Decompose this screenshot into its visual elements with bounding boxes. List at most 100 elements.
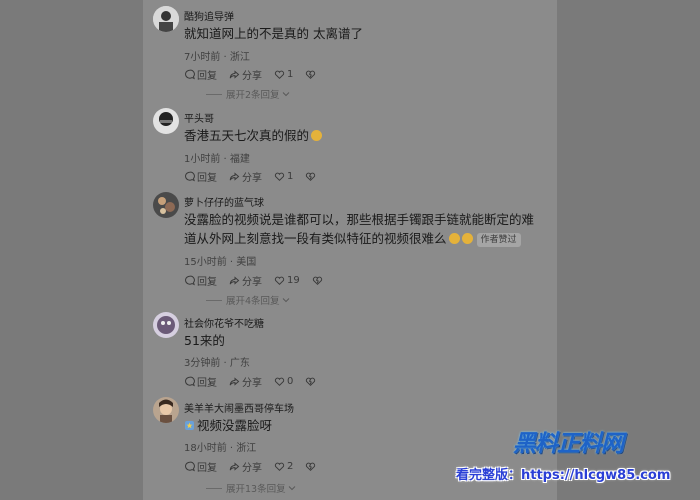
reply-button[interactable]: 回复 [184, 67, 217, 82]
share-button[interactable]: 分享 [229, 169, 262, 184]
like-count: 0 [287, 376, 294, 387]
dislike-button[interactable] [305, 69, 318, 80]
share-icon [229, 462, 240, 471]
grinning-emoji-icon [311, 130, 323, 141]
avatar[interactable] [153, 192, 179, 218]
like-count: 2 [287, 461, 294, 472]
reply-button[interactable]: 回复 [184, 169, 217, 184]
grinning-emoji-icon [461, 233, 473, 244]
comment-actions: 回复 分享 19 [184, 273, 337, 288]
broken-heart-icon [306, 70, 316, 79]
share-button[interactable]: 分享 [229, 459, 262, 474]
avatar[interactable] [153, 397, 179, 423]
like-button[interactable]: 1 [274, 69, 293, 80]
divider-line [206, 93, 222, 95]
expand-replies-button[interactable]: 展开13条回复 [206, 481, 296, 495]
like-count: 1 [287, 69, 294, 80]
chevron-down-icon [282, 298, 289, 303]
heart-icon [274, 377, 285, 386]
reply-button[interactable]: 回复 [184, 273, 217, 288]
like-button[interactable]: 2 [274, 461, 293, 472]
heart-icon [274, 462, 285, 471]
like-count: 1 [287, 171, 294, 182]
left-dim-area [0, 0, 143, 500]
comment-time-location: 1小时前 · 福建 [184, 154, 250, 165]
like-button[interactable]: 0 [274, 376, 293, 387]
star-emoji-icon [185, 421, 194, 430]
heart-icon [274, 70, 285, 79]
like-button[interactable]: 1 [274, 171, 293, 182]
share-button[interactable]: 分享 [229, 273, 262, 288]
comment-actions: 回复 分享 1 [184, 169, 330, 184]
dislike-button[interactable] [305, 461, 318, 472]
comment-actions: 回复 分享 2 [184, 459, 330, 474]
reply-button[interactable]: 回复 [184, 374, 217, 389]
heart-icon [274, 172, 285, 181]
share-icon [229, 70, 240, 79]
reply-label: 回复 [197, 378, 217, 389]
share-label: 分享 [242, 71, 262, 82]
avatar[interactable] [153, 312, 179, 338]
expand-replies-button[interactable]: 展开4条回复 [206, 293, 290, 307]
comment-text-line-2: 道从外网上刻意找一段有类似特征的视频很难么 作者赞过 [184, 229, 552, 248]
comment-username[interactable]: 萝卜仔仔的蓝气球 [184, 194, 264, 209]
like-count: 19 [287, 275, 300, 286]
comment-username[interactable]: 社会你花爷不吃糖 [184, 315, 264, 330]
share-label: 分享 [242, 378, 262, 389]
broken-heart-icon [312, 276, 322, 285]
share-label: 分享 [242, 277, 262, 288]
divider-line [206, 299, 222, 301]
reply-button[interactable]: 回复 [184, 459, 217, 474]
reply-icon [185, 461, 195, 472]
comment-text-content: 香港五天七次真的假的 [184, 128, 310, 143]
share-label: 分享 [242, 463, 262, 474]
avatar-image [153, 108, 179, 134]
expand-replies-label: 展开13条回复 [226, 484, 286, 495]
comment-username[interactable]: 酷狗追导弹 [184, 8, 234, 23]
watermark-logo: 黑料正料网 [513, 431, 624, 457]
avatar-image [153, 312, 179, 338]
avatar-image [153, 397, 179, 423]
broken-heart-icon [306, 462, 316, 471]
comment-text: 没露脸的视频说是谁都可以，那些根据手镯跟手链就能断定的难 道从外网上刻意找一段有… [184, 210, 552, 248]
avatar[interactable] [153, 6, 179, 32]
dislike-button[interactable] [305, 171, 318, 182]
avatar[interactable] [153, 108, 179, 134]
share-icon [229, 377, 240, 386]
expand-replies-button[interactable]: 展开2条回复 [206, 87, 290, 101]
comment-text: 就知道网上的不是真的 太离谱了 [184, 26, 363, 41]
comment-text: 51来的 [184, 333, 225, 348]
reply-label: 回复 [197, 277, 217, 288]
comment-time-location: 3分钟前 · 广东 [184, 358, 250, 369]
comment-username[interactable]: 平头哥 [184, 110, 214, 125]
share-label: 分享 [242, 173, 262, 184]
watermark-url: 看完整版：https://hlcgw85.com [456, 468, 671, 483]
comment-panel: 酷狗追导弹 就知道网上的不是真的 太离谱了 7小时前 · 浙江 回复 分享 1 … [143, 0, 557, 500]
reply-label: 回复 [197, 463, 217, 474]
comment-time-location: 15小时前 · 美国 [184, 257, 257, 268]
share-button[interactable]: 分享 [229, 374, 262, 389]
reply-icon [185, 275, 195, 286]
comment-text: 香港五天七次真的假的 [184, 126, 544, 145]
reply-icon [185, 376, 195, 387]
chevron-down-icon [288, 486, 295, 491]
comment-text-content: 视频没露脸呀 [197, 418, 273, 433]
dislike-button[interactable] [312, 275, 325, 286]
author-liked-badge: 作者赞过 [476, 233, 521, 247]
reply-icon [185, 69, 195, 80]
share-button[interactable]: 分享 [229, 67, 262, 82]
comment-time-location: 18小时前 · 浙江 [184, 443, 257, 454]
comment-actions: 回复 分享 1 [184, 67, 330, 82]
dislike-button[interactable] [305, 376, 318, 387]
reply-icon [185, 171, 195, 182]
reply-label: 回复 [197, 71, 217, 82]
comment-username[interactable]: 美羊羊大闹墨西哥停车场 [184, 400, 294, 415]
comment-text-line: 没露脸的视频说是谁都可以，那些根据手镯跟手链就能断定的难 [184, 212, 535, 227]
like-button[interactable]: 19 [274, 275, 300, 286]
avatar-image [153, 6, 179, 32]
share-icon [229, 172, 240, 181]
expand-replies-label: 展开4条回复 [226, 296, 280, 307]
divider-line [206, 487, 222, 489]
broken-heart-icon [306, 172, 316, 181]
avatar-image [153, 192, 179, 218]
